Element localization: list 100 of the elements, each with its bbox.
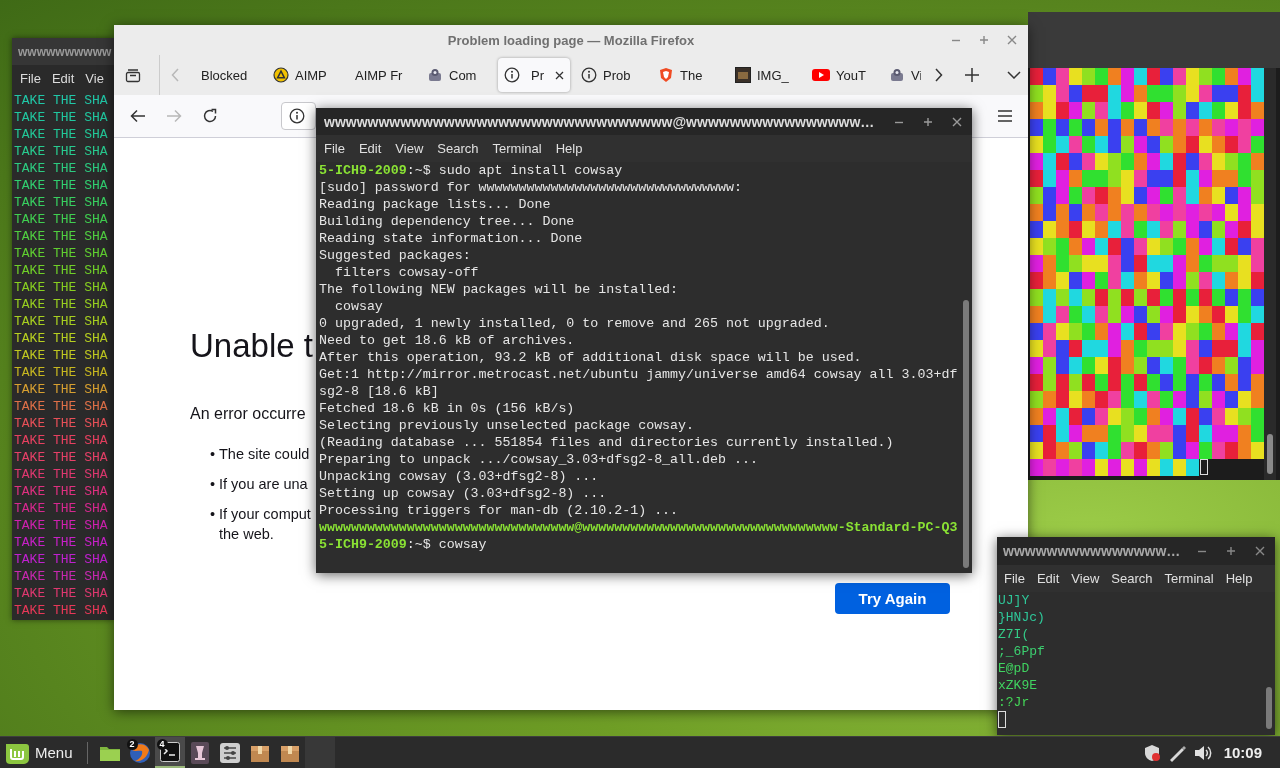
terminal-line: TAKE THE SHA (14, 109, 108, 126)
taskbar-button[interactable]: 2 (124, 737, 155, 768)
terminal-line: Selecting previously unselected package cowsay. (319, 417, 695, 434)
maximize-icon[interactable] (923, 116, 933, 127)
try-again-button[interactable]: Try Again (835, 583, 950, 614)
browser-tab[interactable]: Prob (575, 58, 647, 92)
clock[interactable]: 10:09 (1223, 744, 1262, 761)
terminal-line: 5-ICH9-2009:~$ cowsay (319, 536, 487, 553)
terminal-line: TAKE THE SHA (14, 483, 108, 500)
menu-item[interactable]: Terminal (1164, 571, 1214, 586)
scroll-thumb[interactable] (963, 300, 969, 568)
count-badge: 4 (156, 739, 168, 750)
tab-list-icon[interactable] (125, 67, 141, 83)
terminal-line: TAKE THE SHA (14, 194, 108, 211)
chevron-right-icon[interactable] (935, 68, 943, 82)
terminal-line: sg2-8 [18.6 kB] (319, 383, 439, 400)
close-icon[interactable] (555, 70, 564, 80)
menu-item[interactable]: Terminal (492, 141, 542, 156)
text-cursor (998, 711, 1006, 728)
info-icon (504, 67, 520, 83)
menu-item[interactable]: Edit (358, 141, 382, 156)
scroll-thumb[interactable] (1266, 687, 1272, 729)
list-item: The site could (219, 445, 310, 464)
terminal-line: cowsay (333, 298, 383, 315)
terminal-line: TAKE THE SHA (14, 330, 108, 347)
menu-item[interactable]: File (1004, 571, 1025, 586)
menu-item[interactable]: Edit (1036, 571, 1060, 586)
terminal-line: TAKE THE SHA (14, 517, 108, 534)
reload-icon[interactable] (202, 108, 218, 124)
terminal-line: TAKE THE SHA (14, 160, 108, 177)
browser-tab[interactable]: Vi (883, 58, 921, 92)
terminal-line: TAKE THE SHA (14, 602, 108, 619)
volume-icon[interactable] (1193, 744, 1212, 761)
terminal-line: Reading package lists... Done (319, 196, 551, 213)
menu-item[interactable]: View (395, 141, 424, 156)
browser-tab[interactable]: Pr (498, 58, 570, 92)
terminal-line: TAKE THE SHA (14, 398, 108, 415)
app-icon (190, 741, 209, 764)
menu-item[interactable]: Help (1225, 571, 1253, 586)
close-icon[interactable] (952, 116, 962, 127)
menu-item[interactable]: File (20, 70, 41, 86)
browser-tab[interactable]: AIMP (267, 58, 339, 92)
terminal-line: TAKE THE SHA (14, 228, 108, 245)
terminal-line: TAKE THE SHA (14, 296, 108, 313)
plus-icon[interactable] (965, 68, 979, 82)
taskbar-button[interactable]: 4 (154, 737, 185, 768)
terminal-line: TAKE THE SHA (14, 262, 108, 279)
terminal-line: (Reading database ... 551854 files and directories currently installed.) (319, 434, 894, 451)
terminal-line: Processing triggers for man-db (2.10.2-1) ... (319, 502, 679, 519)
browser-tab[interactable]: Com (421, 58, 493, 92)
window-title: wwwwwwwwwwwwwww… (1003, 543, 1182, 559)
terminal-line: TAKE THE SHA (14, 92, 108, 109)
menu-icon[interactable] (997, 109, 1013, 123)
terminal-line: TAKE THE SHA (14, 177, 108, 194)
maximize-icon[interactable] (1226, 546, 1236, 556)
terminal-line: Setting up cowsay (3.03+dfsg2-8) ... (319, 485, 607, 502)
count-badge: 2 (126, 739, 138, 750)
browser-tab[interactable]: AIMP Fr (344, 58, 416, 92)
menu-item[interactable]: Help (555, 141, 583, 156)
browser-tab[interactable]: IMG_ (729, 58, 801, 92)
terminal-line: Reading state information... Done (319, 230, 583, 247)
terminal-line: wwwwwwwwwwwwwwwwwwwwwwwwwwwwwwww@wwwwwwwwwwwwwwwwwwwwwwwwwwwwwwww-Standard-PC-Q3 (319, 519, 958, 536)
terminal-line: 5-ICH9-2009:~$ sudo apt install cowsay (319, 162, 623, 179)
scroll-thumb[interactable] (1267, 434, 1273, 474)
terminal-line: TAKE THE SHA (14, 568, 108, 585)
terminal-line: }HNJc) (998, 609, 1045, 626)
shield-icon[interactable] (1143, 743, 1160, 762)
browser-tab[interactable]: YouT (806, 58, 878, 92)
browser-tab[interactable]: Blocked (190, 58, 262, 92)
back-icon[interactable] (130, 109, 146, 123)
terminal-line: ;_6Ppf (998, 643, 1045, 660)
error-message: An error occurre (190, 404, 306, 424)
terminal-line: TAKE THE SHA (14, 415, 108, 432)
terminal-line: TAKE THE SHA (14, 432, 108, 449)
bullet: • (210, 475, 217, 494)
terminal-line: TAKE THE SHA (14, 364, 108, 381)
terminal-line: Preparing to unpack .../cowsay_3.03+dfsg2-8_all.deb ... (319, 451, 758, 468)
menu-item[interactable]: Search (437, 141, 479, 156)
menu-item[interactable]: View (1071, 571, 1100, 586)
maximize-icon[interactable] (979, 35, 989, 45)
terminal-line: TAKE THE SHA (14, 347, 108, 364)
browser-tab[interactable]: The (652, 58, 724, 92)
page-heading: Unable t (190, 326, 313, 366)
menu-button[interactable]: Menu (0, 737, 79, 768)
terminal-line: TAKE THE SHA (14, 381, 108, 398)
url-field[interactable] (281, 102, 316, 130)
terminal-line: TAKE THE SHA (14, 313, 108, 330)
terminal-line: TAKE THE SHA (14, 449, 108, 466)
menu-item[interactable]: Edit (51, 70, 75, 86)
chevron-down-icon[interactable] (1007, 71, 1021, 79)
menu-item[interactable]: Vie (85, 70, 104, 86)
menu-item[interactable]: File (324, 141, 345, 156)
list-item: If your comput the web. (219, 505, 311, 544)
menu-item[interactable]: Search (1111, 571, 1153, 586)
window-title: wwwwwwwwwwwwwwwwwwwwwwwwwwwwwwww@wwwwwwwwwwwwwwww… (324, 113, 876, 130)
window-title: wwwwwwwwww (18, 44, 112, 59)
terminal-line: :?Jr (998, 694, 1030, 711)
terminal-line: Building dependency tree... Done (319, 213, 575, 230)
list-item: If you are una (219, 475, 308, 494)
terminal-line: TAKE THE SHA (14, 534, 108, 551)
